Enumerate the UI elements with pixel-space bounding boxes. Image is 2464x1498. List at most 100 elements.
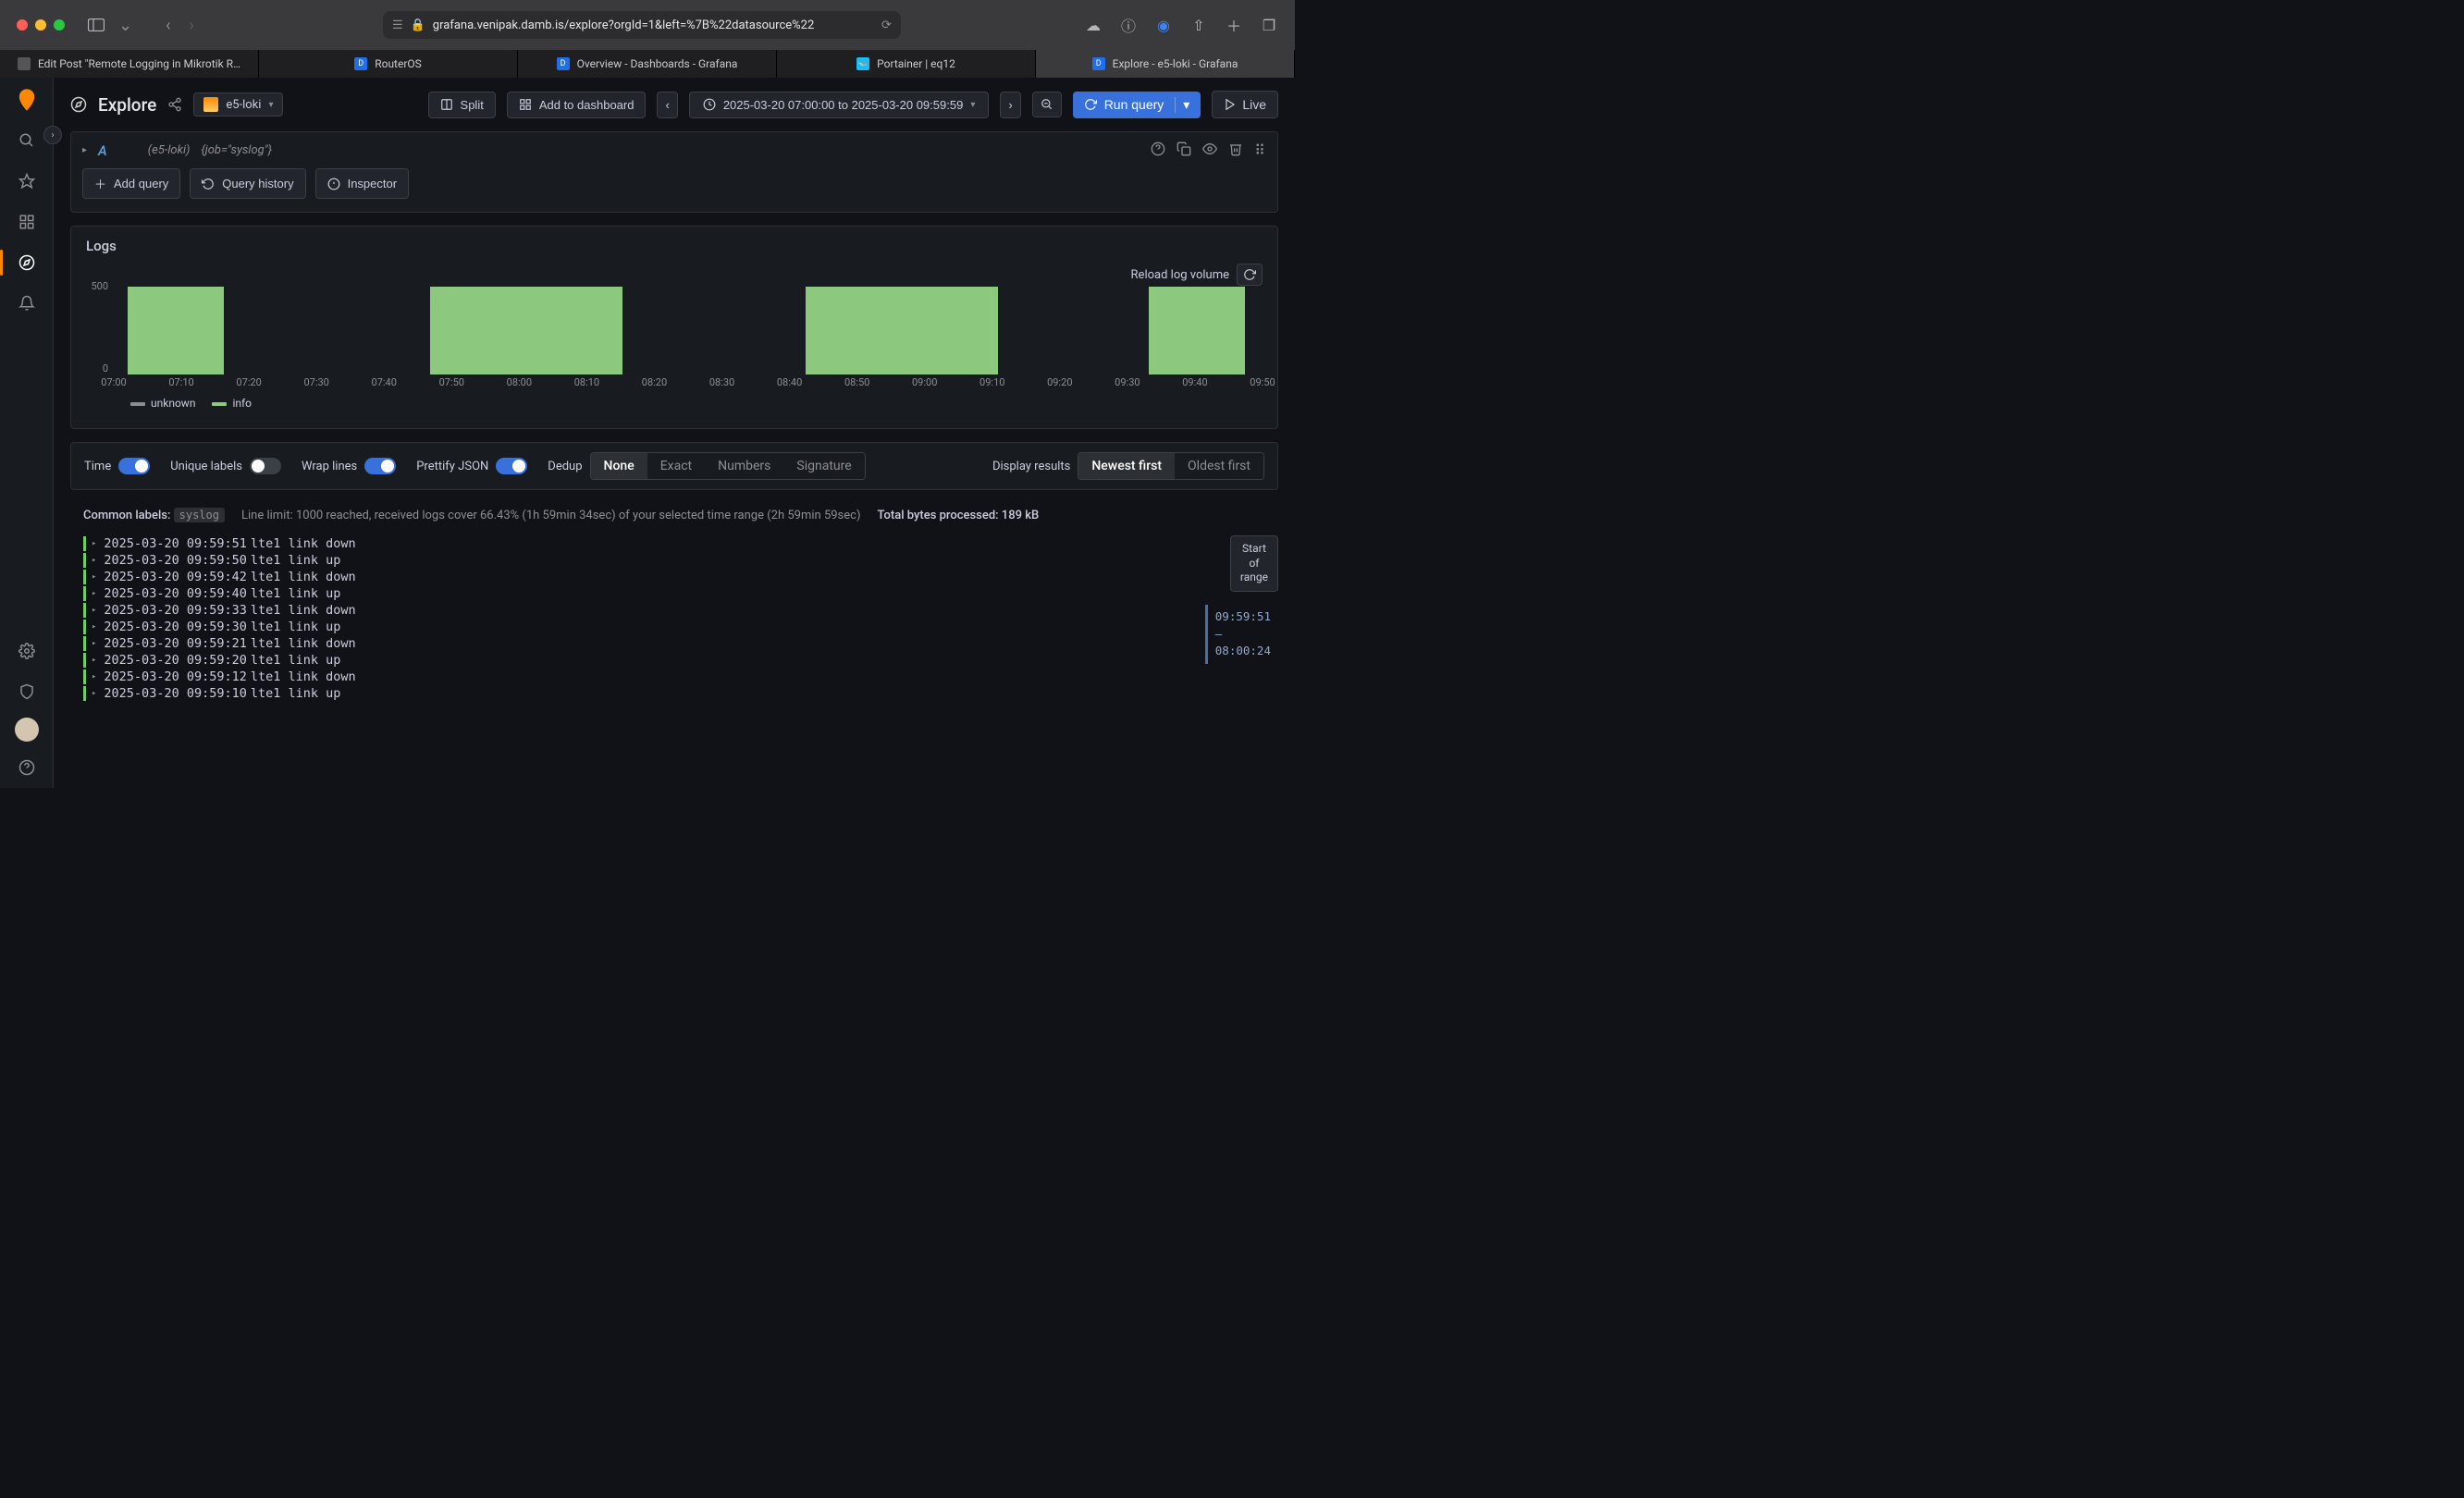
- expand-log-icon[interactable]: ▸: [92, 589, 96, 598]
- legend-item[interactable]: info: [212, 397, 252, 410]
- seg-option[interactable]: Signature: [783, 453, 864, 479]
- back-icon[interactable]: ‹: [160, 16, 176, 35]
- log-line[interactable]: ▸2025-03-20 09:59:51 lte1 link down: [83, 535, 1265, 552]
- query-help-icon[interactable]: [1151, 141, 1165, 159]
- sidebar-starred-icon[interactable]: [8, 163, 45, 200]
- delete-query-icon[interactable]: [1228, 141, 1243, 159]
- chevron-down-icon[interactable]: ⌄: [113, 16, 138, 35]
- sidebar-dashboards-icon[interactable]: [8, 203, 45, 240]
- seg-option[interactable]: Exact: [647, 453, 705, 479]
- seg-option[interactable]: Oldest first: [1175, 453, 1263, 479]
- toggle-query-icon[interactable]: [1202, 141, 1217, 159]
- log-line[interactable]: ▸2025-03-20 09:59:50 lte1 link up: [83, 552, 1265, 569]
- expand-log-icon[interactable]: ▸: [92, 556, 96, 565]
- log-timestamp: 2025-03-20 09:59:12: [104, 669, 246, 684]
- log-timestamp: 2025-03-20 09:59:10: [104, 686, 246, 701]
- expand-log-icon[interactable]: ▸: [92, 656, 96, 665]
- user-avatar[interactable]: [15, 718, 39, 742]
- split-button[interactable]: Split: [428, 92, 496, 118]
- cloud-icon[interactable]: ☁︎: [1084, 16, 1103, 34]
- reader-icon[interactable]: ☰: [392, 18, 403, 32]
- seg-option[interactable]: Newest first: [1078, 453, 1175, 479]
- shield-icon[interactable]: ◉: [1154, 16, 1173, 34]
- log-level-bar: [83, 636, 86, 651]
- query-row: ▸ A (e5-loki) {job="syslog"}: [71, 132, 1277, 168]
- chart-bar[interactable]: [806, 287, 999, 374]
- tab-favicon-icon: D: [354, 57, 367, 70]
- share-up-icon[interactable]: ⇧: [1189, 16, 1208, 34]
- expand-log-icon[interactable]: ▸: [92, 639, 96, 648]
- tabs-overview-icon[interactable]: ❐: [1260, 16, 1278, 34]
- time-toggle[interactable]: [118, 458, 150, 474]
- expand-log-icon[interactable]: ▸: [92, 606, 96, 615]
- log-line[interactable]: ▸2025-03-20 09:59:40 lte1 link up: [83, 585, 1265, 602]
- add-to-dashboard-button[interactable]: Add to dashboard: [507, 92, 647, 118]
- wrap-lines-toggle[interactable]: [364, 458, 396, 474]
- close-window-icon[interactable]: [17, 19, 28, 31]
- main-content: Explore e5-loki ▾ Split Add to dashboard…: [54, 78, 1295, 788]
- expand-query-icon[interactable]: ▸: [82, 145, 87, 155]
- prettify-json-toggle[interactable]: [496, 458, 527, 474]
- log-line[interactable]: ▸2025-03-20 09:59:42 lte1 link down: [83, 569, 1265, 585]
- log-line[interactable]: ▸2025-03-20 09:59:21 lte1 link down: [83, 635, 1265, 652]
- time-range-picker[interactable]: 2025-03-20 07:00:00 to 2025-03-20 09:59:…: [689, 92, 990, 118]
- legend-item[interactable]: unknown: [130, 397, 195, 410]
- expand-log-icon[interactable]: ▸: [92, 572, 96, 582]
- minimize-window-icon[interactable]: [35, 19, 46, 31]
- seg-option[interactable]: Numbers: [705, 453, 783, 479]
- chart-bar[interactable]: [430, 287, 623, 374]
- x-axis: 07:0007:1007:2007:3007:4007:5008:0008:10…: [114, 376, 1263, 391]
- log-message: lte1 link down: [251, 570, 356, 584]
- time-forward-button[interactable]: ›: [1000, 92, 1020, 118]
- new-tab-icon[interactable]: ＋: [1225, 16, 1243, 34]
- inspector-button[interactable]: Inspector: [315, 168, 409, 199]
- url-bar[interactable]: ☰ 🔒 grafana.venipak.damb.is/explore?orgI…: [383, 11, 901, 39]
- log-line[interactable]: ▸2025-03-20 09:59:30 lte1 link up: [83, 619, 1265, 635]
- log-line[interactable]: ▸2025-03-20 09:59:10 lte1 link up: [83, 685, 1265, 702]
- sidebar-collapse-icon[interactable]: ›: [43, 126, 62, 144]
- chart-bar[interactable]: [128, 287, 224, 374]
- sidebar-search-icon[interactable]: [8, 122, 45, 159]
- browser-tab[interactable]: DRouterOS: [259, 50, 518, 78]
- expand-log-icon[interactable]: ▸: [92, 539, 96, 548]
- log-line[interactable]: ▸2025-03-20 09:59:33 lte1 link down: [83, 602, 1265, 619]
- browser-tab[interactable]: 🐳Portainer | eq12: [777, 50, 1036, 78]
- expand-log-icon[interactable]: ▸: [92, 689, 96, 698]
- sidebar-help-icon[interactable]: [8, 749, 45, 786]
- visible-range-timestamps: 09:59:51 – 08:00:24: [1205, 605, 1278, 664]
- query-history-button[interactable]: Query history: [190, 168, 305, 199]
- query-expression[interactable]: {job="syslog"}: [201, 143, 272, 157]
- query-actions: ⠿: [1151, 141, 1266, 159]
- log-line[interactable]: ▸2025-03-20 09:59:20 lte1 link up: [83, 652, 1265, 669]
- live-button[interactable]: Live: [1212, 91, 1278, 118]
- run-query-button[interactable]: Run query ▾: [1073, 92, 1201, 118]
- share-icon[interactable]: [167, 97, 182, 112]
- maximize-window-icon[interactable]: [54, 19, 65, 31]
- unique-labels-toggle[interactable]: [250, 458, 281, 474]
- browser-tab[interactable]: Edit Post "Remote Logging in Mikrotik R…: [0, 50, 259, 78]
- sidebar-alerting-icon[interactable]: [8, 285, 45, 322]
- grafana-logo-icon[interactable]: [14, 87, 40, 113]
- plot-area[interactable]: [114, 280, 1263, 374]
- copy-query-icon[interactable]: [1177, 141, 1191, 159]
- add-query-button[interactable]: ＋ Add query: [82, 168, 180, 199]
- datasource-picker[interactable]: e5-loki ▾: [193, 92, 283, 117]
- time-back-button[interactable]: ‹: [657, 92, 677, 118]
- info-icon[interactable]: ⓘ: [1119, 16, 1138, 34]
- chart-bar[interactable]: [1149, 287, 1245, 374]
- expand-log-icon[interactable]: ▸: [92, 672, 96, 681]
- sidebar-toggle-icon[interactable]: [87, 16, 105, 34]
- seg-option[interactable]: None: [591, 453, 647, 479]
- reload-icon[interactable]: ⟳: [881, 18, 892, 32]
- log-line[interactable]: ▸2025-03-20 09:59:12 lte1 link down: [83, 669, 1265, 685]
- expand-log-icon[interactable]: ▸: [92, 622, 96, 632]
- browser-tab[interactable]: DExplore - e5-loki - Grafana: [1036, 50, 1295, 78]
- chevron-down-icon[interactable]: ▾: [1175, 97, 1189, 113]
- drag-query-icon[interactable]: ⠿: [1254, 141, 1266, 159]
- start-of-range-button[interactable]: Startofrange: [1230, 535, 1278, 592]
- sidebar-admin-icon[interactable]: [8, 673, 45, 710]
- sidebar-config-icon[interactable]: [8, 632, 45, 669]
- zoom-out-button[interactable]: [1032, 92, 1062, 117]
- sidebar-explore-icon[interactable]: [8, 244, 45, 281]
- browser-tab[interactable]: DOverview - Dashboards - Grafana: [518, 50, 777, 78]
